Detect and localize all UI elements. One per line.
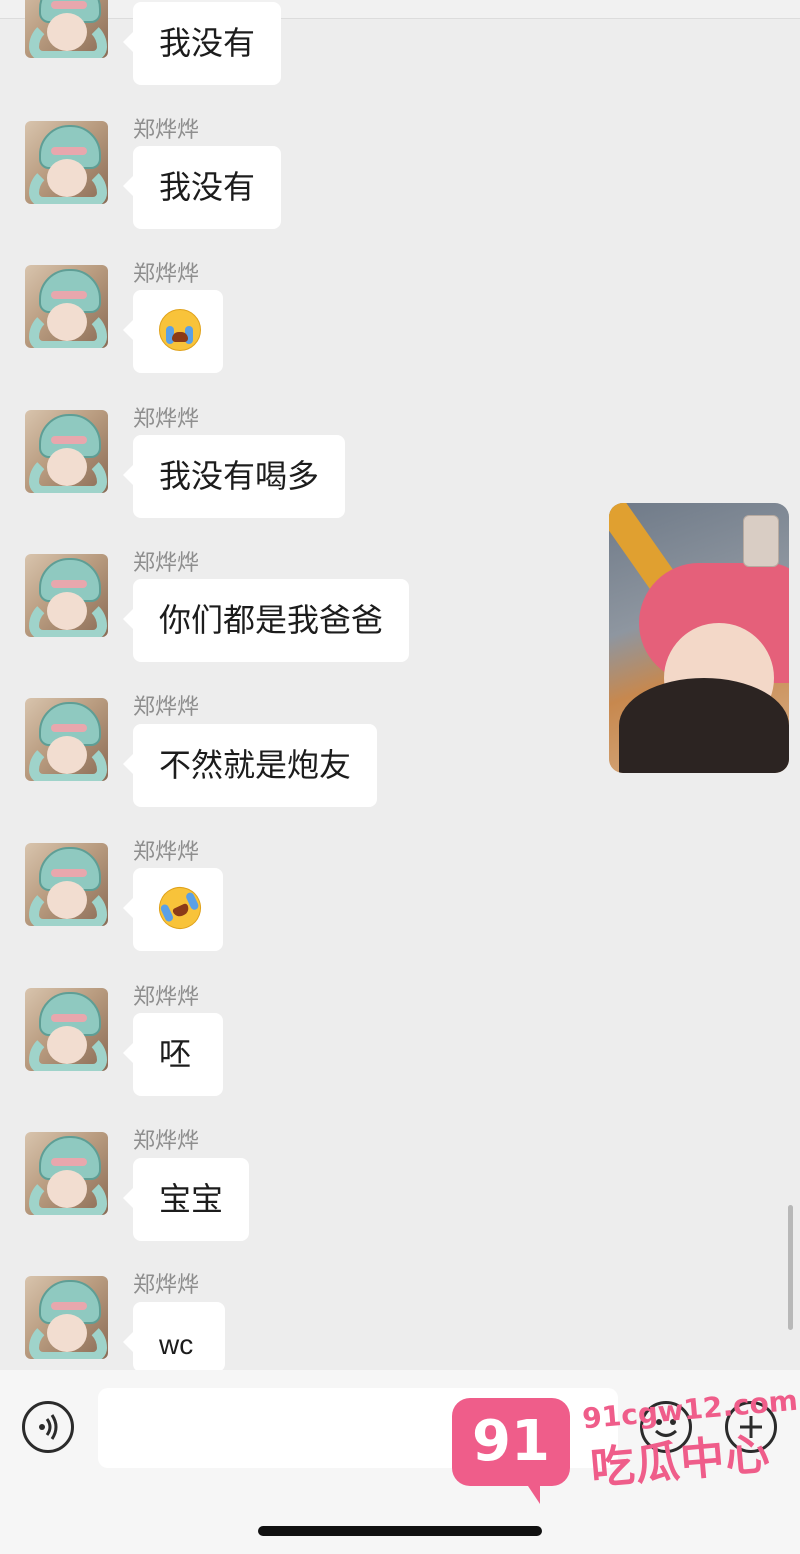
- avatar[interactable]: [25, 554, 108, 637]
- crying-emoji-icon: [159, 309, 201, 351]
- avatar[interactable]: [25, 1132, 108, 1215]
- watermark-badge: 91: [452, 1398, 570, 1504]
- message-bubble[interactable]: 我没有: [122, 2, 282, 85]
- avatar[interactable]: [25, 988, 108, 1071]
- avatar[interactable]: [25, 1276, 108, 1359]
- avatar[interactable]: [25, 0, 108, 58]
- message-text: wc: [159, 1329, 194, 1360]
- message-bubble[interactable]: 宝宝: [122, 1158, 250, 1241]
- message-bubble[interactable]: wc: [123, 1302, 225, 1372]
- avatar[interactable]: [25, 265, 108, 348]
- sender-name: 郑烨烨: [133, 985, 200, 1010]
- message-text: 呸: [159, 1035, 192, 1073]
- home-indicator[interactable]: [258, 1526, 542, 1536]
- sender-name: 郑烨烨: [133, 118, 200, 143]
- sender-name: 郑烨烨: [133, 407, 200, 432]
- message-bubble[interactable]: 我没有: [122, 146, 282, 229]
- avatar[interactable]: [25, 843, 108, 926]
- message-text: 你们都是我爸爸: [159, 601, 384, 639]
- floating-video-window[interactable]: [609, 503, 789, 773]
- message-text: 宝宝: [159, 1180, 224, 1218]
- message-text: 不然就是炮友: [159, 746, 352, 784]
- message-bubble[interactable]: 你们都是我爸爸: [122, 579, 410, 662]
- avatar[interactable]: [25, 410, 108, 493]
- avatar[interactable]: [25, 698, 108, 781]
- message-text: 我没有: [159, 168, 256, 206]
- sender-name: 郑烨烨: [133, 262, 200, 287]
- message-bubble[interactable]: 呸: [123, 1013, 223, 1096]
- message-bubble[interactable]: [123, 868, 223, 951]
- message-bubble[interactable]: 我没有喝多: [122, 435, 346, 518]
- voice-icon[interactable]: [22, 1401, 74, 1453]
- sender-name: 郑烨烨: [133, 1273, 200, 1298]
- sender-name: 郑烨烨: [133, 840, 200, 865]
- sender-name: 郑烨烨: [133, 551, 200, 576]
- avatar[interactable]: [25, 121, 108, 204]
- self-view-thumbnail[interactable]: [743, 515, 779, 567]
- message-bubble[interactable]: [123, 290, 223, 373]
- rolling-laughing-emoji-icon: [152, 880, 208, 936]
- message-text: 我没有: [159, 24, 256, 62]
- message-bubble[interactable]: 不然就是炮友: [122, 724, 378, 807]
- sender-name: 郑烨烨: [133, 695, 200, 720]
- message-text: 我没有喝多: [159, 457, 320, 495]
- scrollbar[interactable]: [788, 1205, 793, 1330]
- top-edge: [0, 0, 800, 19]
- sender-name: 郑烨烨: [133, 1129, 200, 1154]
